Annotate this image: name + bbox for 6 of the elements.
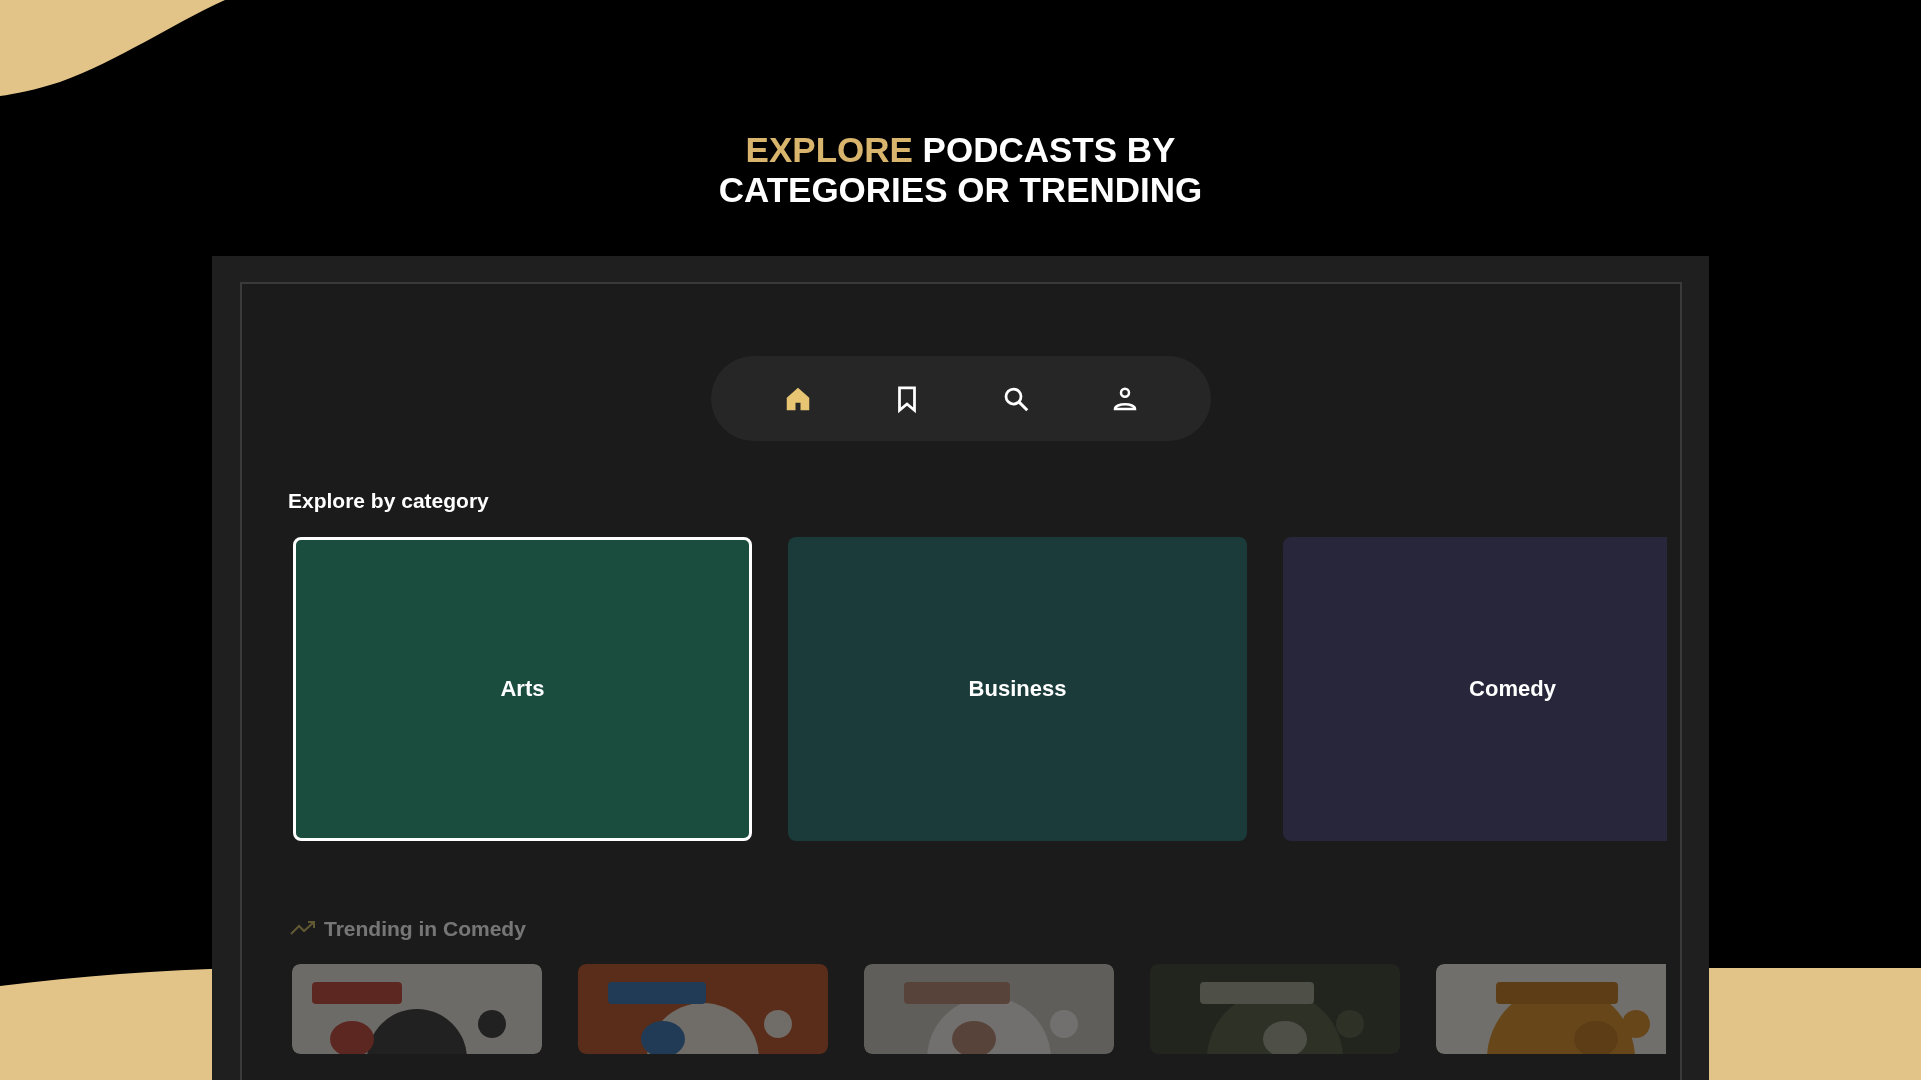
headline: EXPLORE PODCASTS BY CATEGORIES OR TRENDING bbox=[717, 130, 1204, 210]
section-title: Explore by category bbox=[288, 488, 490, 514]
category-card[interactable]: Comedy bbox=[1283, 536, 1667, 841]
category-card[interactable]: Business bbox=[788, 536, 1247, 841]
section-title: Trending in Comedy bbox=[324, 915, 526, 942]
category-card[interactable]: Arts bbox=[293, 536, 752, 841]
